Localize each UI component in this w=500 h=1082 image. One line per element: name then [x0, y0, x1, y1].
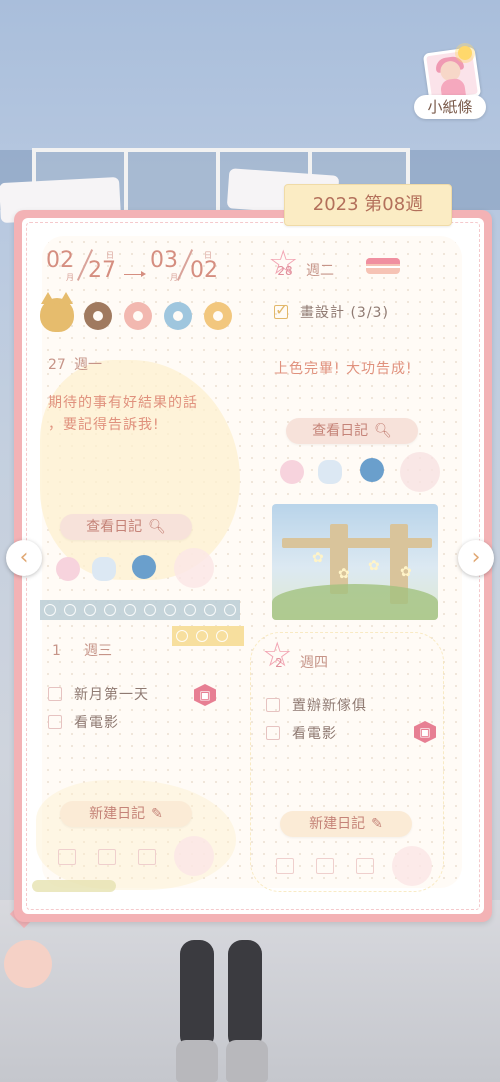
chocolate-donut-icon[interactable]	[84, 302, 112, 330]
day-header-mon: 27 週一	[48, 357, 102, 373]
profile-name: 小紙條	[414, 95, 486, 119]
task-item[interactable]: 置辦新傢俱	[266, 695, 367, 715]
start-month: 02	[46, 248, 74, 273]
new-diary-button[interactable]: 新建日記 ✎	[280, 811, 412, 837]
empty-sticker-slot[interactable]	[356, 858, 374, 874]
cat-stamp-icon[interactable]	[40, 292, 74, 332]
task-item[interactable]: 畫設計 (3/3)	[274, 300, 389, 322]
search-icon: 🔍︎	[148, 519, 166, 535]
washi-tape-blue	[40, 600, 240, 620]
pink-donut-icon[interactable]	[124, 302, 152, 330]
start-day: 27	[88, 258, 116, 283]
day-note-tue: 上色完畢! 大功告成!	[274, 361, 413, 377]
profile-card[interactable]: 小紙條	[414, 46, 486, 122]
edit-icon: ✎	[151, 806, 163, 822]
day-header-wed: 1 週三	[52, 643, 112, 659]
stamp-row	[40, 292, 240, 334]
checkbox[interactable]	[48, 687, 62, 701]
washi-tape-yellow	[172, 626, 244, 646]
diary-photo[interactable]: ✿ ✿ ✿ ✿	[272, 504, 438, 620]
prev-week-button[interactable]: ‹	[6, 540, 42, 576]
sun-icon	[458, 46, 472, 60]
edit-icon: ✎	[371, 816, 383, 832]
search-icon: 🔍︎	[374, 423, 392, 439]
end-month: 03	[150, 248, 178, 273]
empty-sticker-slot[interactable]	[138, 849, 156, 865]
pink-face-sticker-icon[interactable]	[56, 557, 80, 581]
blue-donut-icon[interactable]	[164, 302, 192, 330]
empty-sticker-slot[interactable]	[392, 846, 432, 886]
empty-sticker-slot[interactable]	[276, 858, 294, 874]
empty-sticker-slot[interactable]	[174, 836, 214, 876]
empty-sticker-slot[interactable]	[174, 548, 214, 588]
next-week-button[interactable]: ›	[458, 540, 494, 576]
day-header-tue: 28週二	[268, 250, 334, 284]
globe-sticker-icon[interactable]	[132, 555, 156, 579]
empty-sticker-slot[interactable]	[58, 849, 76, 865]
view-diary-button[interactable]: 查看日記 🔍︎	[286, 418, 418, 444]
task-item[interactable]: 看電影	[266, 723, 337, 743]
task-item[interactable]: 新月第一天	[48, 684, 149, 704]
yellow-donut-icon[interactable]	[204, 302, 232, 330]
cloud-sticker-icon[interactable]	[318, 460, 342, 484]
week-label-tab: 2023 第08週	[284, 184, 452, 226]
empty-sticker-slot[interactable]	[316, 858, 334, 874]
empty-sticker-slot[interactable]	[98, 849, 116, 865]
tent-sticker-icon[interactable]	[400, 452, 440, 492]
cake-icon	[366, 258, 400, 274]
pink-face-sticker-icon[interactable]	[280, 460, 304, 484]
grass-tape	[32, 880, 116, 892]
arrow-right-icon	[124, 271, 146, 277]
character-legs	[170, 940, 270, 1082]
cloud-sticker-icon[interactable]	[92, 557, 116, 581]
view-diary-button[interactable]: 查看日記 🔍︎	[60, 514, 192, 540]
end-day: 02	[190, 258, 218, 283]
checkbox[interactable]	[266, 726, 280, 740]
task-item[interactable]: 看電影	[48, 712, 119, 732]
day-header-thu: 2週四	[262, 642, 328, 676]
checkbox-checked[interactable]	[274, 300, 289, 319]
globe-sticker-icon[interactable]	[360, 458, 384, 482]
day-note-mon: 期待的事有好結果的話 ，要記得告訴我!	[48, 395, 198, 433]
new-diary-button[interactable]: 新建日記 ✎	[60, 801, 192, 827]
checkbox[interactable]	[266, 698, 280, 712]
checkbox[interactable]	[48, 715, 62, 729]
